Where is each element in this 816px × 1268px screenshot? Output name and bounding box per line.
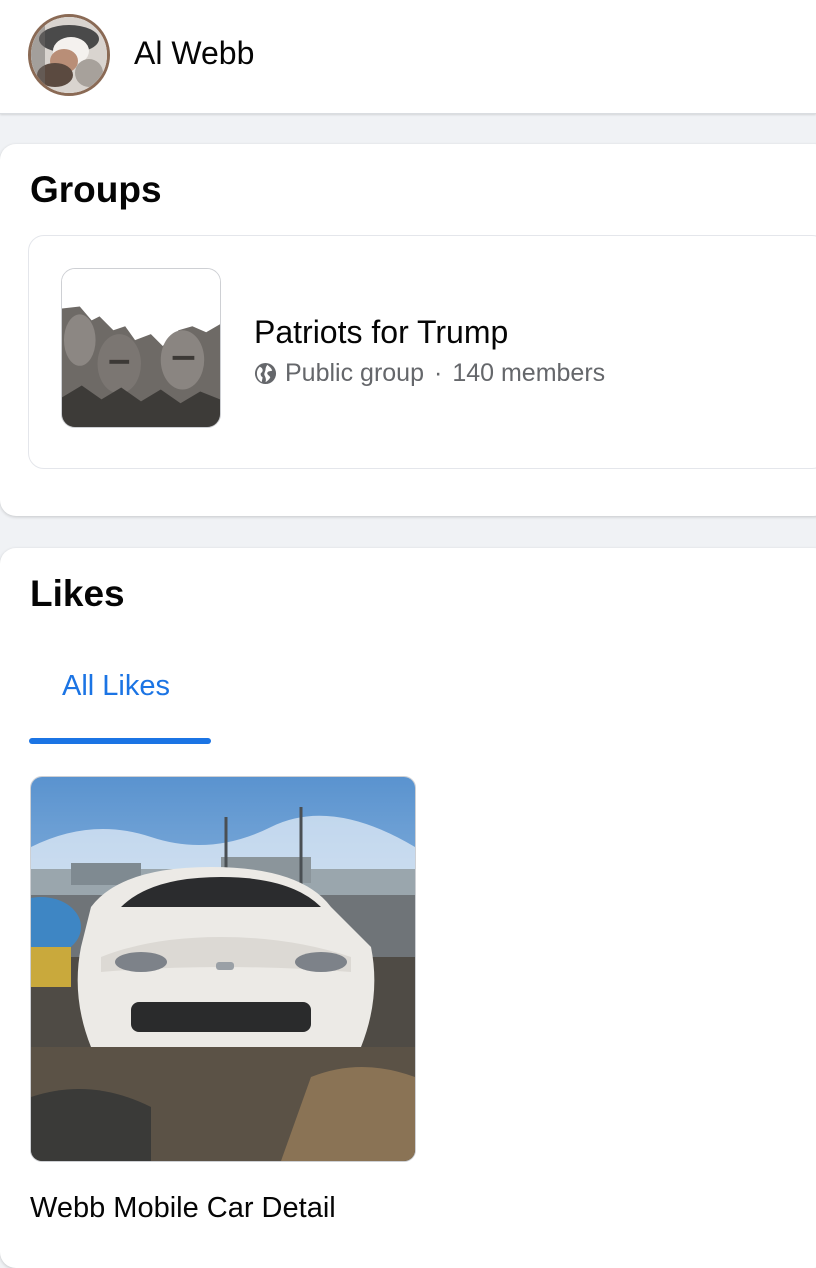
mount-rushmore-photo — [62, 269, 220, 427]
profile-header: Al Webb — [0, 0, 816, 114]
white-sports-car-photo — [31, 777, 415, 1161]
likes-title: Likes — [30, 573, 125, 614]
like-name[interactable]: Webb Mobile Car Detail — [30, 1190, 336, 1226]
group-thumbnail[interactable] — [61, 268, 221, 428]
group-privacy: Public group — [285, 358, 424, 387]
active-tab-indicator — [29, 738, 211, 744]
groups-title: Groups — [30, 169, 162, 210]
avatar[interactable] — [28, 14, 110, 96]
tab-all-likes-label: All Likes — [62, 670, 170, 702]
tab-all-likes[interactable]: All Likes — [29, 660, 211, 744]
profile-photo — [31, 17, 107, 93]
like-list-item[interactable]: Webb Mobile Car Detail — [30, 776, 416, 1236]
globe-icon — [254, 362, 277, 385]
meta-separator: · — [433, 358, 443, 387]
profile-name[interactable]: Al Webb — [134, 33, 254, 73]
group-member-count: 140 members — [452, 358, 606, 387]
group-name[interactable]: Patriots for Trump — [254, 312, 508, 352]
group-meta: Public group · 140 members — [254, 357, 605, 389]
like-thumbnail[interactable] — [30, 776, 416, 1162]
